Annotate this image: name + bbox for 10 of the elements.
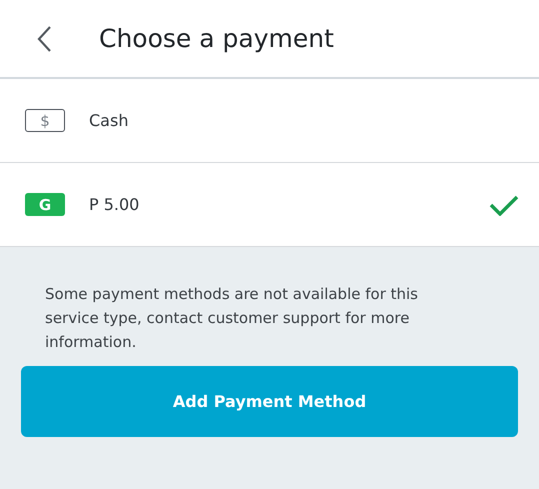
- payment-option[interactable]: $ Cash: [0, 79, 539, 163]
- checkmark-icon: [489, 194, 519, 216]
- info-note: Some payment methods are not available for this service type, contact customer support for more information.: [45, 284, 420, 353]
- page-title: Choose a payment: [99, 24, 334, 53]
- cash-icon: $: [25, 109, 65, 132]
- back-icon: [36, 24, 52, 52]
- payment-label: P 5.00: [89, 195, 140, 214]
- payment-label: Cash: [89, 111, 130, 130]
- wallet-icon: G: [25, 193, 65, 216]
- payment-option[interactable]: G P 5.00: [0, 163, 539, 247]
